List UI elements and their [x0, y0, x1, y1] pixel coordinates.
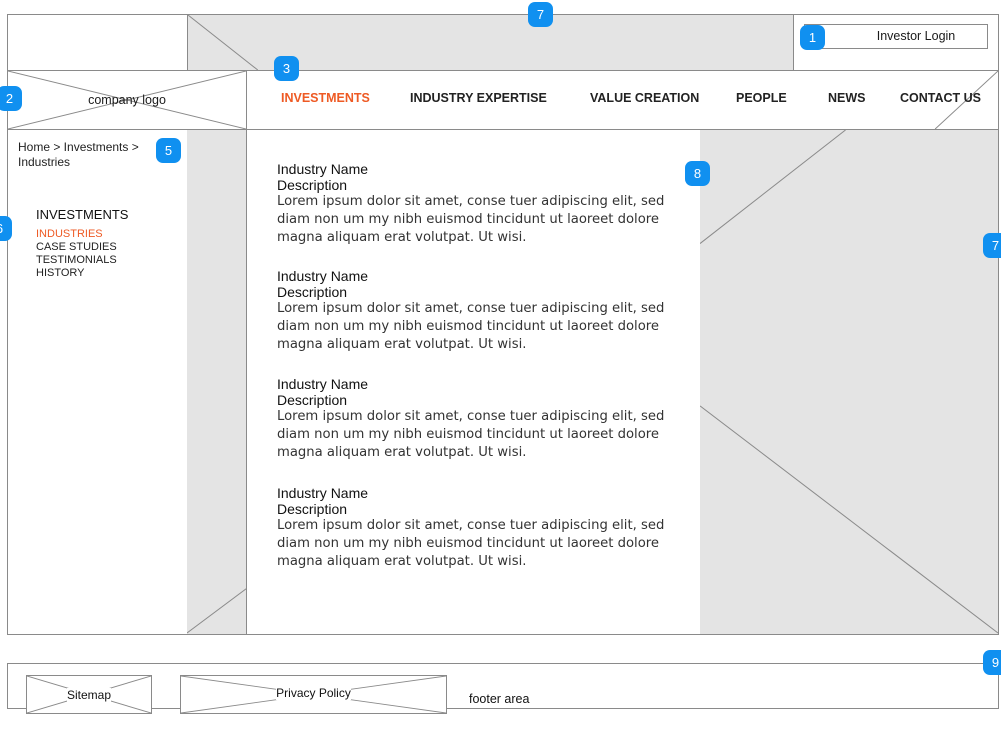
breadcrumb-current: Industries: [18, 155, 71, 169]
annotation-badge-6: 6: [0, 216, 12, 241]
annotation-badge-1: 1: [800, 25, 825, 50]
industry-block-4: Industry Name Description Lorem ipsum do…: [277, 485, 677, 571]
annotation-badge-7-right: 7: [983, 233, 1001, 258]
footer-privacy-policy-button[interactable]: Privacy Policy: [180, 675, 447, 714]
right-side-placeholder: [700, 129, 999, 635]
annotation-badge-2: 2: [0, 86, 22, 111]
left-nav-history[interactable]: HISTORY: [36, 267, 85, 279]
company-logo[interactable]: company logo: [7, 70, 247, 130]
industry-name[interactable]: Industry Name: [277, 485, 677, 501]
annotation-badge-9: 9: [983, 650, 1001, 675]
industry-name[interactable]: Industry Name: [277, 161, 677, 177]
sitemap-label: Sitemap: [66, 688, 112, 702]
description-line: diam non um my nibh euismod tincidunt ut…: [277, 427, 660, 442]
nav-value-creation[interactable]: VALUE CREATION: [590, 91, 699, 105]
industry-block-1: Industry Name Description Lorem ipsum do…: [277, 161, 677, 247]
description-line: diam non um my nibh euismod tincidunt ut…: [277, 319, 660, 334]
annotation-badge-5: 5: [156, 138, 181, 163]
left-nav-industries[interactable]: INDUSTRIES: [36, 228, 103, 240]
description-line: magna aliquam erat volutpat. Ut wisi.: [277, 230, 527, 245]
nav-contact-us[interactable]: CONTACT US: [900, 91, 981, 105]
industry-block-2: Industry Name Description Lorem ipsum do…: [277, 268, 677, 354]
description-line: magna aliquam erat volutpat. Ut wisi.: [277, 337, 527, 352]
industry-block-3: Industry Name Description Lorem ipsum do…: [277, 376, 677, 462]
description-line: diam non um my nibh euismod tincidunt ut…: [277, 212, 660, 227]
investor-login-label: Investor Login: [876, 29, 956, 43]
description-line: Lorem ipsum dolor sit amet, conse tuer a…: [277, 409, 665, 424]
description-label: Description: [277, 392, 348, 408]
footer-sitemap-button[interactable]: Sitemap: [26, 675, 152, 714]
breadcrumb: Home > Investments > Industries: [18, 140, 168, 170]
description-line: Lorem ipsum dolor sit amet, conse tuer a…: [277, 518, 665, 533]
top-left-area: [7, 14, 188, 71]
description-label: Description: [277, 177, 348, 193]
logo-label: company logo: [88, 93, 166, 107]
industry-name[interactable]: Industry Name: [277, 376, 677, 392]
annotation-badge-3: 3: [274, 56, 299, 81]
investor-login-button[interactable]: Investor Login: [804, 24, 988, 49]
annotation-badge-8: 8: [685, 161, 710, 186]
nav-news[interactable]: NEWS: [828, 91, 866, 105]
annotation-badge-7-top: 7: [528, 2, 553, 27]
industry-name[interactable]: Industry Name: [277, 268, 677, 284]
left-nav-title: INVESTMENTS: [36, 207, 129, 222]
left-sidebar: [7, 129, 188, 635]
breadcrumb-path[interactable]: Home > Investments >: [18, 140, 168, 155]
nav-investments[interactable]: INVESTMENTS: [281, 91, 370, 105]
description-label: Description: [277, 501, 348, 517]
left-gutter-placeholder: [187, 129, 247, 635]
left-nav-testimonials[interactable]: TESTIMONIALS: [36, 254, 117, 266]
privacy-policy-label: Privacy Policy: [276, 686, 351, 700]
description-line: magna aliquam erat volutpat. Ut wisi.: [277, 445, 527, 460]
description-line: Lorem ipsum dolor sit amet, conse tuer a…: [277, 194, 665, 209]
left-nav-case-studies[interactable]: CASE STUDIES: [36, 241, 117, 253]
description-line: Lorem ipsum dolor sit amet, conse tuer a…: [277, 301, 665, 316]
description-line: magna aliquam erat volutpat. Ut wisi.: [277, 554, 527, 569]
description-label: Description: [277, 284, 348, 300]
footer-area-label: footer area: [469, 692, 530, 706]
nav-industry-expertise[interactable]: INDUSTRY EXPERTISE: [410, 91, 547, 105]
description-line: diam non um my nibh euismod tincidunt ut…: [277, 536, 660, 551]
nav-people[interactable]: PEOPLE: [736, 91, 787, 105]
